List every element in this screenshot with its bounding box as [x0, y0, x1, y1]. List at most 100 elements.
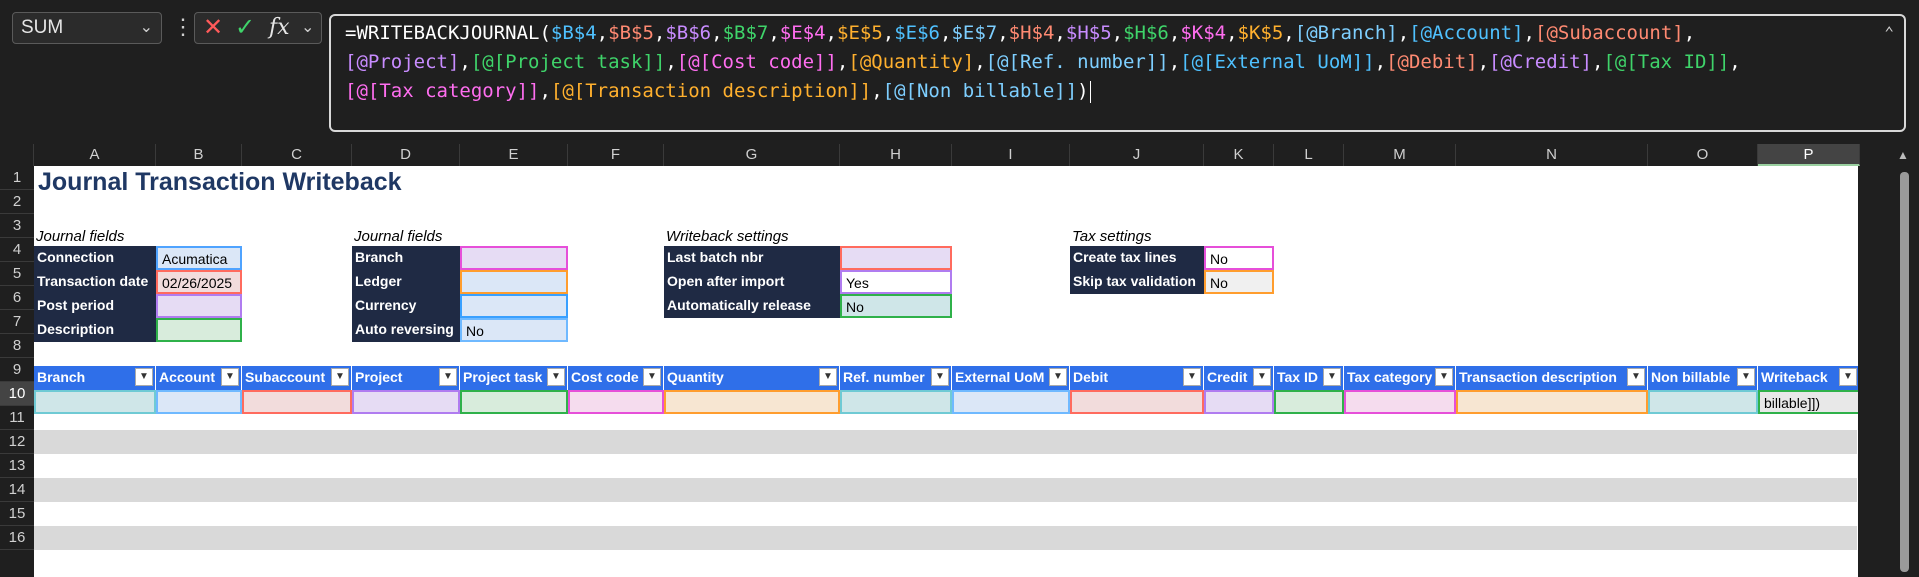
- table-header-external-uom: External UoM ▼: [952, 366, 1070, 390]
- table-cell[interactable]: [664, 390, 840, 414]
- filter-dropdown-icon[interactable]: ▼: [1049, 368, 1067, 386]
- table-cell[interactable]: [1456, 390, 1648, 414]
- field-input[interactable]: [840, 246, 952, 270]
- row-header-6[interactable]: 6: [0, 286, 34, 310]
- table-cell[interactable]: [952, 390, 1070, 414]
- row-header-1[interactable]: 1: [0, 166, 34, 190]
- column-header-j[interactable]: J: [1070, 144, 1204, 166]
- table-cell[interactable]: [460, 390, 568, 414]
- writeback-cell[interactable]: billable]]): [1758, 390, 1858, 414]
- table-cell[interactable]: [34, 390, 156, 414]
- checkmark-icon[interactable]: ✓: [235, 15, 255, 41]
- name-box[interactable]: SUM ⌄: [12, 12, 162, 44]
- table-cell[interactable]: [568, 390, 664, 414]
- column-header-i[interactable]: I: [952, 144, 1070, 166]
- filter-dropdown-icon[interactable]: ▼: [547, 368, 565, 386]
- filter-dropdown-icon[interactable]: ▼: [819, 368, 837, 386]
- column-header-k[interactable]: K: [1204, 144, 1274, 166]
- filter-dropdown-icon[interactable]: ▼: [1627, 368, 1645, 386]
- filter-dropdown-icon[interactable]: ▼: [1435, 368, 1453, 386]
- column-header-h[interactable]: H: [840, 144, 952, 166]
- field-input[interactable]: [460, 294, 568, 318]
- field-input[interactable]: [156, 318, 242, 342]
- vertical-dots-icon[interactable]: ⋮: [172, 14, 194, 40]
- formula-input[interactable]: ⌃ =WRITEBACKJOURNAL($B$4,$B$5,$B$6,$B$7,$…: [329, 14, 1906, 132]
- table-cell[interactable]: [1204, 390, 1274, 414]
- filter-dropdown-icon[interactable]: ▼: [1323, 368, 1341, 386]
- formula-token: =WRITEBACKJOURNAL(: [345, 22, 551, 44]
- field-input[interactable]: [460, 246, 568, 270]
- formula-controls: ✕ ✓ fx ⌄: [194, 12, 322, 44]
- filter-dropdown-icon[interactable]: ▼: [135, 368, 153, 386]
- field-input[interactable]: No: [1204, 246, 1274, 270]
- column-header-a[interactable]: A: [34, 144, 156, 166]
- table-header-non-billable: Non billable ▼: [1648, 366, 1758, 390]
- table-cell[interactable]: [1344, 390, 1456, 414]
- column-header-d[interactable]: D: [352, 144, 460, 166]
- row-header-12[interactable]: 12: [0, 430, 34, 454]
- filter-dropdown-icon[interactable]: ▼: [931, 368, 949, 386]
- column-header-c[interactable]: C: [242, 144, 352, 166]
- table-cell[interactable]: [1070, 390, 1204, 414]
- field-label: Automatically release: [664, 294, 840, 318]
- field-input[interactable]: No: [840, 294, 952, 318]
- worksheet-grid[interactable]: Journal Transaction Writeback Journal fie…: [34, 166, 1858, 577]
- row-header-13[interactable]: 13: [0, 454, 34, 478]
- table-header-account: Account ▼: [156, 366, 242, 390]
- row-header-3[interactable]: 3: [0, 214, 34, 238]
- chevron-down-icon[interactable]: ⌄: [140, 17, 153, 37]
- table-cell[interactable]: [840, 390, 952, 414]
- formula-token: $B$6: [665, 22, 712, 44]
- field-input[interactable]: [156, 294, 242, 318]
- table-cell[interactable]: [352, 390, 460, 414]
- column-header-g[interactable]: G: [664, 144, 840, 166]
- insert-function-button[interactable]: fx: [269, 15, 290, 41]
- filter-dropdown-icon[interactable]: ▼: [1253, 368, 1271, 386]
- filter-dropdown-icon[interactable]: ▼: [1839, 368, 1857, 386]
- column-header-f[interactable]: F: [568, 144, 664, 166]
- column-header-n[interactable]: N: [1456, 144, 1648, 166]
- chevron-up-icon[interactable]: ⌃: [1884, 18, 1894, 47]
- row-header-10[interactable]: 10: [0, 382, 34, 406]
- row-header-16[interactable]: 16: [0, 526, 34, 550]
- row-header-9[interactable]: 9: [0, 358, 34, 382]
- row-header-11[interactable]: 11: [0, 406, 34, 430]
- filter-dropdown-icon[interactable]: ▼: [1737, 368, 1755, 386]
- row-header-4[interactable]: 4: [0, 238, 34, 262]
- row-header-8[interactable]: 8: [0, 334, 34, 358]
- table-cell[interactable]: [242, 390, 352, 414]
- filter-dropdown-icon[interactable]: ▼: [643, 368, 661, 386]
- table-cell[interactable]: [156, 390, 242, 414]
- table-cell[interactable]: [1274, 390, 1344, 414]
- column-header-e[interactable]: E: [460, 144, 568, 166]
- column-header-p[interactable]: P: [1758, 144, 1860, 166]
- row-header-5[interactable]: 5: [0, 262, 34, 286]
- formula-token: ): [1077, 80, 1089, 102]
- filter-dropdown-icon[interactable]: ▼: [331, 368, 349, 386]
- scrollbar-thumb[interactable]: [1900, 172, 1909, 572]
- row-header-2[interactable]: 2: [0, 190, 34, 214]
- select-all-corner[interactable]: [0, 144, 34, 166]
- cancel-x-icon[interactable]: ✕: [203, 15, 223, 41]
- row-header-7[interactable]: 7: [0, 310, 34, 334]
- field-input[interactable]: No: [1204, 270, 1274, 294]
- column-header-l[interactable]: L: [1274, 144, 1344, 166]
- column-header-o[interactable]: O: [1648, 144, 1758, 166]
- row-header-15[interactable]: 15: [0, 502, 34, 526]
- column-headers: ABCDEFGHIJKLMNOP: [0, 144, 1890, 166]
- vertical-scrollbar[interactable]: ▲: [1890, 144, 1919, 577]
- filter-dropdown-icon[interactable]: ▼: [1183, 368, 1201, 386]
- column-header-b[interactable]: B: [156, 144, 242, 166]
- row-header-14[interactable]: 14: [0, 478, 34, 502]
- filter-dropdown-icon[interactable]: ▼: [221, 368, 239, 386]
- scroll-up-icon[interactable]: ▲: [1897, 148, 1909, 162]
- field-input[interactable]: [460, 270, 568, 294]
- field-input[interactable]: No: [460, 318, 568, 342]
- table-cell[interactable]: [1648, 390, 1758, 414]
- fx-chevron-icon[interactable]: ⌄: [301, 15, 314, 41]
- field-input[interactable]: Acumatica: [156, 246, 242, 270]
- field-input[interactable]: 02/26/2025: [156, 270, 242, 294]
- column-header-m[interactable]: M: [1344, 144, 1456, 166]
- filter-dropdown-icon[interactable]: ▼: [439, 368, 457, 386]
- field-input[interactable]: Yes: [840, 270, 952, 294]
